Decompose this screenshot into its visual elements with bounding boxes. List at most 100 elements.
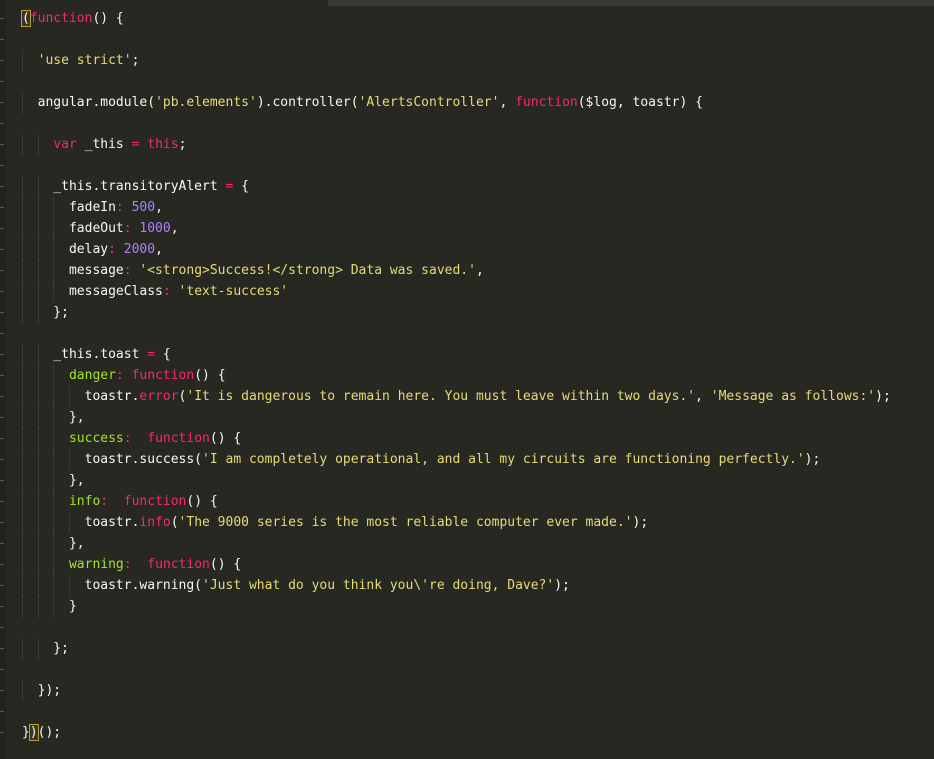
code-line[interactable]: delay: 2000, bbox=[0, 239, 891, 260]
code-token: 'AlertsController' bbox=[358, 95, 500, 110]
indent-guide bbox=[22, 512, 23, 533]
code-line[interactable] bbox=[0, 155, 891, 176]
indent-guide bbox=[68, 575, 70, 596]
code-line[interactable]: messageClass: 'text-success' bbox=[0, 281, 891, 302]
code-token: _this.toast bbox=[22, 347, 148, 362]
code-line[interactable]: var _this = this; bbox=[0, 134, 891, 155]
indent-guide bbox=[22, 281, 23, 302]
code-token: toastr.success( bbox=[22, 452, 203, 467]
code-line[interactable]: }; bbox=[0, 638, 891, 659]
indent-guide bbox=[53, 554, 55, 575]
code-line[interactable]: })(); bbox=[0, 722, 891, 743]
indent-guide bbox=[53, 428, 55, 449]
indent-guide bbox=[22, 575, 23, 596]
code-token: ($log, toastr) { bbox=[577, 95, 703, 110]
code-line[interactable]: fadeIn: 500, bbox=[0, 197, 891, 218]
code-token: 'It is dangerous to remain here. You mus… bbox=[186, 389, 696, 404]
indent-guide bbox=[22, 50, 23, 71]
indent-guide bbox=[37, 407, 39, 428]
indent-guide bbox=[22, 239, 23, 260]
code-token: warning bbox=[68, 557, 124, 572]
indent-guide bbox=[37, 134, 39, 155]
code-line[interactable]: (function() { bbox=[0, 8, 891, 29]
code-line[interactable] bbox=[0, 701, 891, 722]
code-line[interactable]: info: function() { bbox=[0, 491, 891, 512]
code-token: 'I am completely operational, and all my… bbox=[202, 452, 805, 467]
indent-guide bbox=[53, 197, 55, 218]
code-token: : bbox=[123, 221, 132, 236]
code-line[interactable]: message: '<strong>Success!</strong> Data… bbox=[0, 260, 891, 281]
code-line[interactable]: success: function() { bbox=[0, 428, 891, 449]
code-token: 'The 9000 series is the most reliable co… bbox=[178, 515, 633, 530]
indent-guide bbox=[37, 596, 39, 617]
indent-guide bbox=[53, 218, 55, 239]
code-line[interactable]: } bbox=[0, 596, 891, 617]
code-line[interactable]: toastr.success('I am completely operatio… bbox=[0, 449, 891, 470]
code-line[interactable]: toastr.info('The 9000 series is the most… bbox=[0, 512, 891, 533]
indent-guide bbox=[53, 449, 55, 470]
indent-guide bbox=[37, 197, 39, 218]
indent-guide bbox=[37, 638, 39, 659]
indent-guide bbox=[22, 554, 23, 575]
code-token: info bbox=[68, 494, 101, 509]
code-line[interactable]: danger: function() { bbox=[0, 365, 891, 386]
indent-guide bbox=[22, 344, 23, 365]
code-token: : bbox=[108, 242, 116, 257]
code-token: this bbox=[147, 137, 179, 152]
code-line[interactable]: }, bbox=[0, 533, 891, 554]
indent-guide bbox=[37, 281, 39, 302]
code-line[interactable]: toastr.error('It is dangerous to remain … bbox=[0, 386, 891, 407]
code-line[interactable] bbox=[0, 113, 891, 134]
code-line[interactable]: }); bbox=[0, 680, 891, 701]
code-token: function bbox=[515, 95, 578, 110]
code-line[interactable]: warning: function() { bbox=[0, 554, 891, 575]
code-token: : bbox=[115, 200, 124, 215]
code-token: 2000 bbox=[123, 242, 156, 257]
code-editor[interactable]: (function() { 'use strict'; angular.modu… bbox=[0, 0, 934, 759]
code-line[interactable]: }, bbox=[0, 470, 891, 491]
code-line[interactable]: _this.transitoryAlert = { bbox=[0, 176, 891, 197]
code-token: , bbox=[155, 242, 163, 257]
code-token: ; bbox=[131, 53, 140, 68]
code-token: _this bbox=[76, 137, 132, 152]
code-line[interactable] bbox=[0, 659, 891, 680]
code-line[interactable]: }, bbox=[0, 407, 891, 428]
indent-guide bbox=[53, 260, 55, 281]
code-line[interactable]: fadeOut: 1000, bbox=[0, 218, 891, 239]
code-token: fadeIn bbox=[22, 200, 116, 215]
code-line[interactable]: toastr.warning('Just what do you think y… bbox=[0, 575, 891, 596]
code-line[interactable] bbox=[0, 617, 891, 638]
code-token: () { bbox=[186, 494, 218, 509]
indent-guide bbox=[22, 470, 23, 491]
code-token: : bbox=[123, 263, 132, 278]
indent-guide bbox=[22, 491, 23, 512]
code-line[interactable]: angular.module('pb.elements').controller… bbox=[0, 92, 891, 113]
indent-guide bbox=[22, 386, 23, 407]
code-token: messageClass bbox=[22, 284, 163, 299]
code-token: }); bbox=[22, 683, 62, 698]
indent-guide bbox=[53, 386, 55, 407]
code-line[interactable] bbox=[0, 323, 891, 344]
code-line[interactable]: 'use strict'; bbox=[0, 50, 891, 71]
indent-guide bbox=[37, 491, 39, 512]
indent-guide bbox=[22, 134, 23, 155]
indent-guide bbox=[37, 302, 39, 323]
code-line[interactable] bbox=[0, 71, 891, 92]
code-token: ); bbox=[875, 389, 891, 404]
code-line[interactable]: _this.toast = { bbox=[0, 344, 891, 365]
code-line[interactable] bbox=[0, 29, 891, 50]
code-area[interactable]: (function() { 'use strict'; angular.modu… bbox=[0, 8, 891, 743]
code-token: : bbox=[115, 368, 124, 383]
code-token: _this.transitoryAlert bbox=[22, 179, 226, 194]
code-token: }; bbox=[22, 305, 69, 320]
indent-guide bbox=[68, 449, 70, 470]
code-token: , bbox=[155, 200, 163, 215]
indent-guide bbox=[68, 386, 70, 407]
code-line[interactable]: }; bbox=[0, 302, 891, 323]
indent-guide bbox=[53, 281, 55, 302]
indent-guide bbox=[22, 407, 23, 428]
